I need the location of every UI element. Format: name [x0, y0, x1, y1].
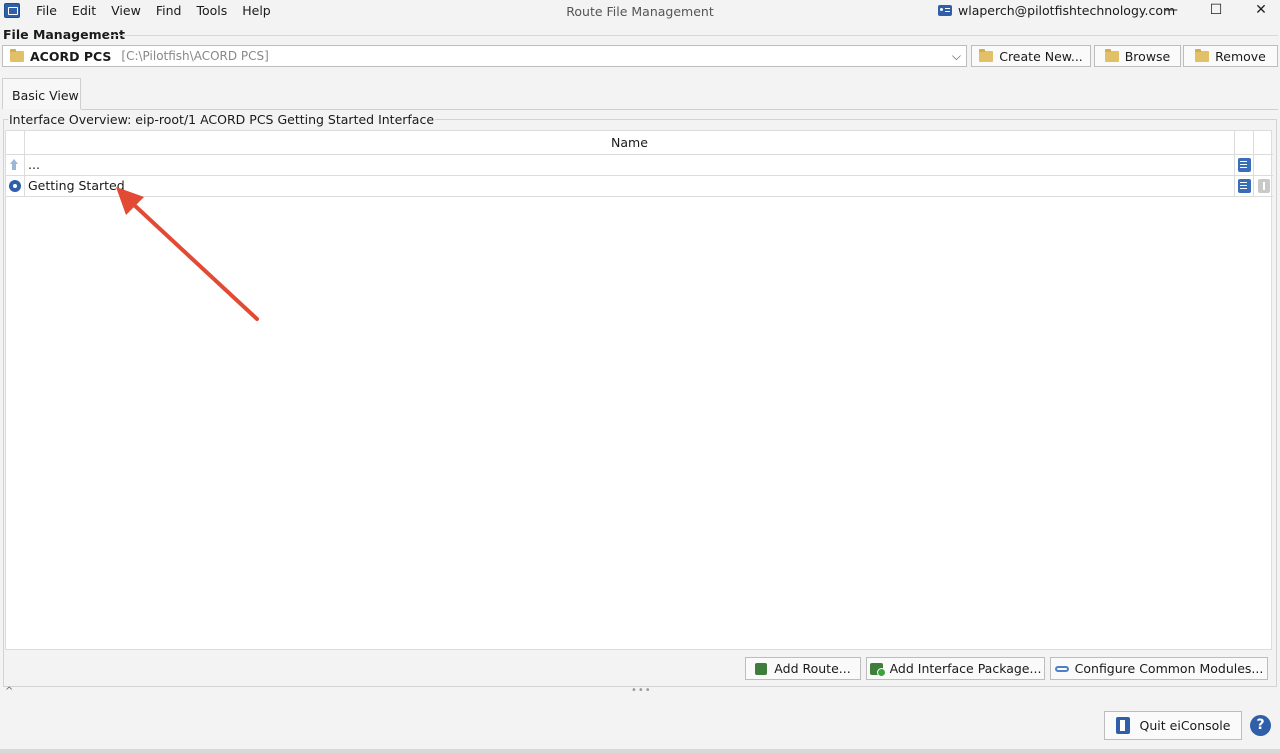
- column-divider: [1253, 176, 1254, 196]
- file-management-label: File Management: [3, 27, 125, 42]
- remove-label: Remove: [1215, 48, 1266, 64]
- project-path: [C:\Pilotfish\ACORD PCS]: [121, 49, 269, 63]
- collapse-arrow-icon[interactable]: ^: [5, 686, 13, 697]
- column-divider: [1253, 155, 1254, 175]
- configure-common-modules-button[interactable]: Configure Common Modules...: [1050, 657, 1268, 680]
- interface-overview-title: Interface Overview: eip-root/1 ACORD PCS…: [8, 112, 436, 127]
- column-header-name[interactable]: Name: [24, 131, 1235, 155]
- maximize-button[interactable]: ☐: [1201, 2, 1231, 20]
- splitter-handle[interactable]: •••: [631, 685, 652, 696]
- quit-label: Quit eiConsole: [1139, 718, 1231, 733]
- menu-tools[interactable]: Tools: [196, 3, 227, 18]
- account-badge[interactable]: wlaperch@pilotfishtechnology.com: [938, 3, 1175, 18]
- configure-modules-label: Configure Common Modules...: [1074, 661, 1264, 676]
- title-bar: File Edit View Find Tools Help Route Fil…: [0, 0, 1280, 22]
- exit-door-icon: [1115, 717, 1130, 734]
- chevron-down-icon[interactable]: ⌵: [952, 49, 961, 64]
- menu-file[interactable]: File: [36, 3, 57, 18]
- browse-label: Browse: [1124, 48, 1171, 64]
- add-package-label: Add Interface Package...: [889, 661, 1042, 676]
- add-route-label: Add Route...: [774, 661, 851, 676]
- menu-find[interactable]: Find: [156, 3, 182, 18]
- puzzle-icon: [755, 662, 768, 675]
- project-name: ACORD PCS: [30, 48, 112, 64]
- window-bottom-edge: [0, 749, 1280, 753]
- column-divider: [1253, 131, 1254, 155]
- edit-icon[interactable]: [1238, 179, 1251, 193]
- account-email: wlaperch@pilotfishtechnology.com: [958, 3, 1176, 18]
- menu-bar: File Edit View Find Tools Help: [36, 3, 286, 18]
- browse-button[interactable]: Browse: [1094, 45, 1181, 67]
- quit-eiconsole-button[interactable]: Quit eiConsole: [1104, 711, 1242, 740]
- close-button[interactable]: ✕: [1246, 2, 1276, 20]
- add-interface-package-button[interactable]: Add Interface Package...: [866, 657, 1045, 680]
- tab-strip-line: [81, 109, 1278, 110]
- package-add-icon: [869, 662, 886, 677]
- folder-icon: [10, 48, 24, 62]
- table-header: Name: [6, 131, 1273, 155]
- edit-icon[interactable]: [1238, 158, 1251, 172]
- menu-help[interactable]: Help: [242, 3, 271, 18]
- tab-basic-view[interactable]: Basic View: [2, 78, 81, 109]
- create-new-button[interactable]: Create New...: [971, 45, 1091, 67]
- section-divider: [108, 35, 1278, 36]
- remove-button[interactable]: Remove: [1183, 45, 1278, 67]
- row-name: ...: [24, 155, 1235, 175]
- annotation-arrow-icon: [116, 187, 259, 321]
- menu-edit[interactable]: Edit: [72, 3, 96, 18]
- project-select[interactable]: ACORD PCS [C:\Pilotfish\ACORD PCS] ⌵: [2, 45, 967, 67]
- create-new-label: Create New...: [999, 48, 1083, 64]
- add-route-button[interactable]: Add Route...: [745, 657, 861, 680]
- id-card-icon: [938, 5, 952, 16]
- help-button[interactable]: ?: [1250, 715, 1271, 736]
- minimize-button[interactable]: —: [1156, 2, 1186, 20]
- remove-folder-icon: [1195, 48, 1210, 62]
- table-row-parent[interactable]: ...: [6, 155, 1273, 176]
- link-icon: [1054, 665, 1069, 672]
- new-folder-icon: [979, 48, 994, 62]
- folder-icon: [1104, 48, 1119, 62]
- route-module-icon: [9, 180, 21, 192]
- info-icon[interactable]: [1258, 179, 1270, 193]
- arrow-up-icon: [10, 159, 18, 171]
- app-icon[interactable]: [4, 3, 20, 18]
- menu-view[interactable]: View: [111, 3, 141, 18]
